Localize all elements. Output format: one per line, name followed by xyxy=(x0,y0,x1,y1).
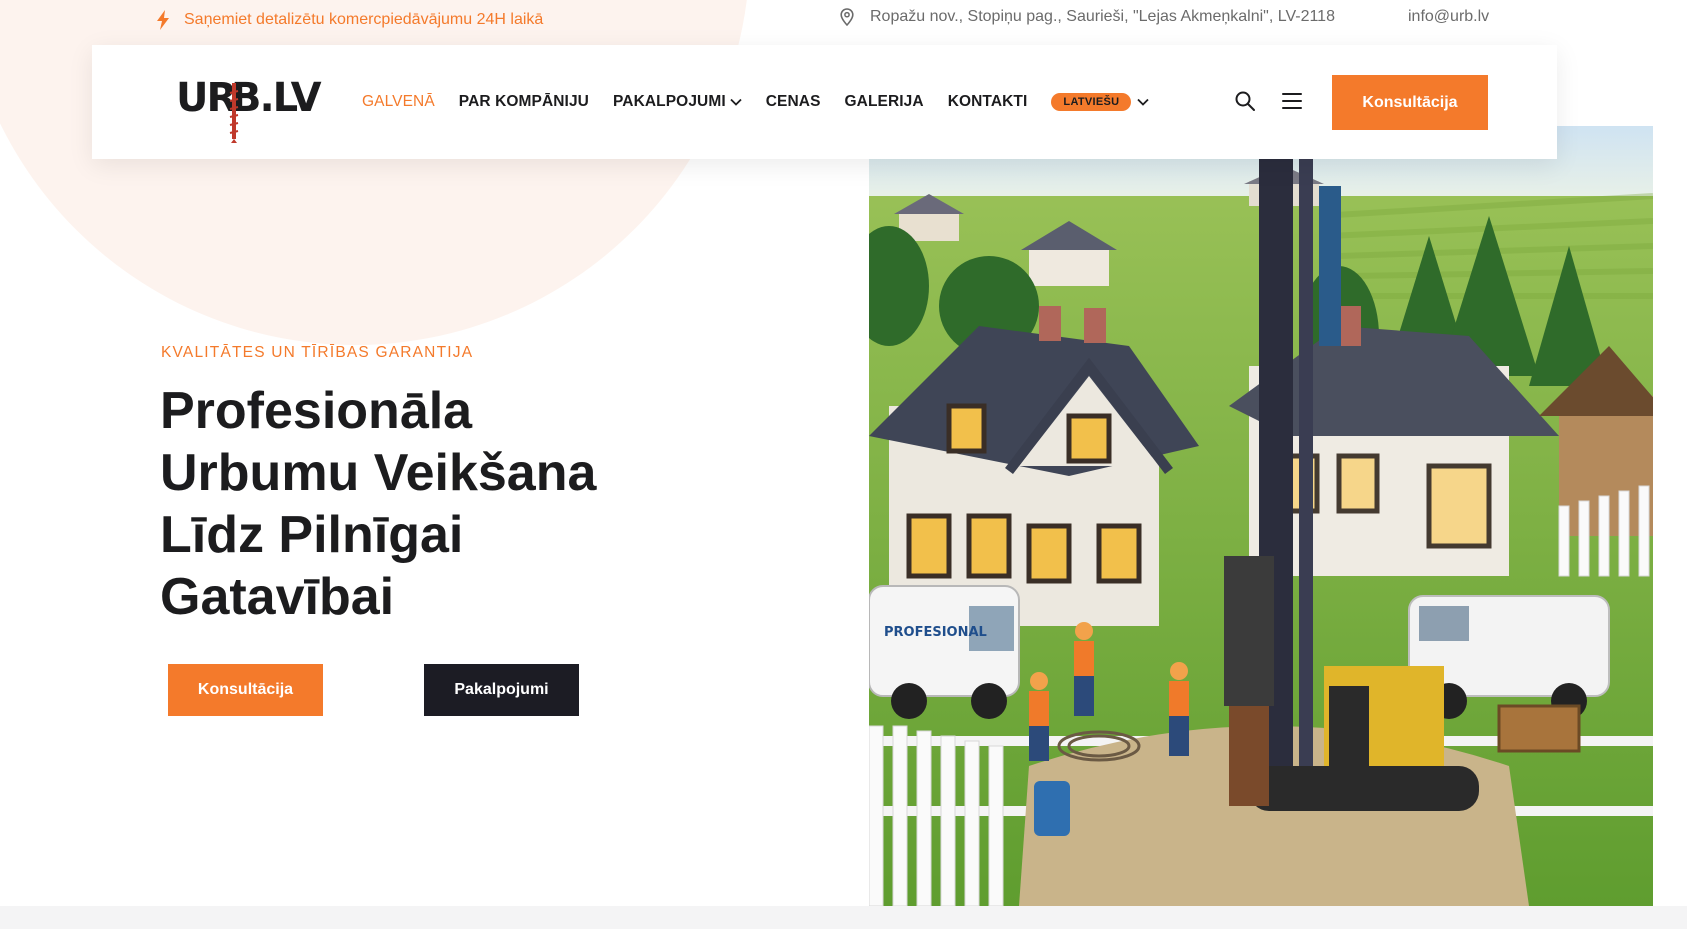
location-pin-icon xyxy=(840,8,854,26)
nav-item-galvena[interactable]: GALVENĀ xyxy=(362,93,435,111)
top-info-bar: Saņemiet detalizētu komercpiedāvājumu 24… xyxy=(0,0,1687,40)
chevron-down-icon xyxy=(1137,98,1150,106)
svg-text:UR: UR xyxy=(176,75,236,121)
hero-image: PROFESIONAL xyxy=(869,126,1653,906)
address-info: Ropažu nov., Stopiņu pag., Saurieši, "Le… xyxy=(840,8,1335,26)
nav-item-par-kompaniju[interactable]: PAR KOMPĀNIJU xyxy=(459,93,589,111)
main-nav: GALVENĀ PAR KOMPĀNIJU PAKALPOJUMI CENAS … xyxy=(362,45,1150,159)
promo-text: Saņemiet detalizētu komercpiedāvājumu 24… xyxy=(184,11,544,28)
consultation-button-header[interactable]: Konsultācija xyxy=(1332,75,1488,130)
promo-notice: Saņemiet detalizētu komercpiedāvājumu 24… xyxy=(156,10,543,30)
menu-icon[interactable] xyxy=(1281,91,1303,111)
nav-item-kontakti[interactable]: KONTAKTI xyxy=(948,93,1028,111)
hero-title: Profesionāla Urbumu Veikšana Līdz Pilnīg… xyxy=(160,382,597,626)
address-text: Ropažu nov., Stopiņu pag., Saurieši, "Le… xyxy=(870,8,1335,25)
nav-item-galerija[interactable]: GALERIJA xyxy=(845,93,924,111)
nav-item-pakalpojumi[interactable]: PAKALPOJUMI xyxy=(613,93,742,111)
hero-kicker: KVALITĀTES UN TĪRĪBAS GARANTIJA xyxy=(161,344,474,361)
language-selector[interactable]: LATVIEŠU xyxy=(1051,93,1150,111)
language-label: LATVIEŠU xyxy=(1051,93,1132,111)
search-icon[interactable] xyxy=(1234,90,1256,112)
van-text: PROFESIONAL xyxy=(884,625,987,640)
bolt-icon xyxy=(157,10,169,30)
chevron-down-icon xyxy=(730,98,742,106)
section-divider xyxy=(0,906,1687,929)
services-button[interactable]: Pakalpojumi xyxy=(424,664,579,716)
main-header: UR B.LV GALVENĀ PAR KOMPĀNIJU PAKALPOJUM… xyxy=(92,45,1557,159)
svg-text:B.LV: B.LV xyxy=(231,75,322,121)
consultation-button[interactable]: Konsultācija xyxy=(168,664,323,716)
drilling-illustration: PROFESIONAL xyxy=(869,126,1653,906)
nav-item-cenas[interactable]: CENAS xyxy=(766,93,821,111)
email-link[interactable]: info@urb.lv xyxy=(1408,8,1489,26)
site-logo[interactable]: UR B.LV xyxy=(176,71,326,143)
